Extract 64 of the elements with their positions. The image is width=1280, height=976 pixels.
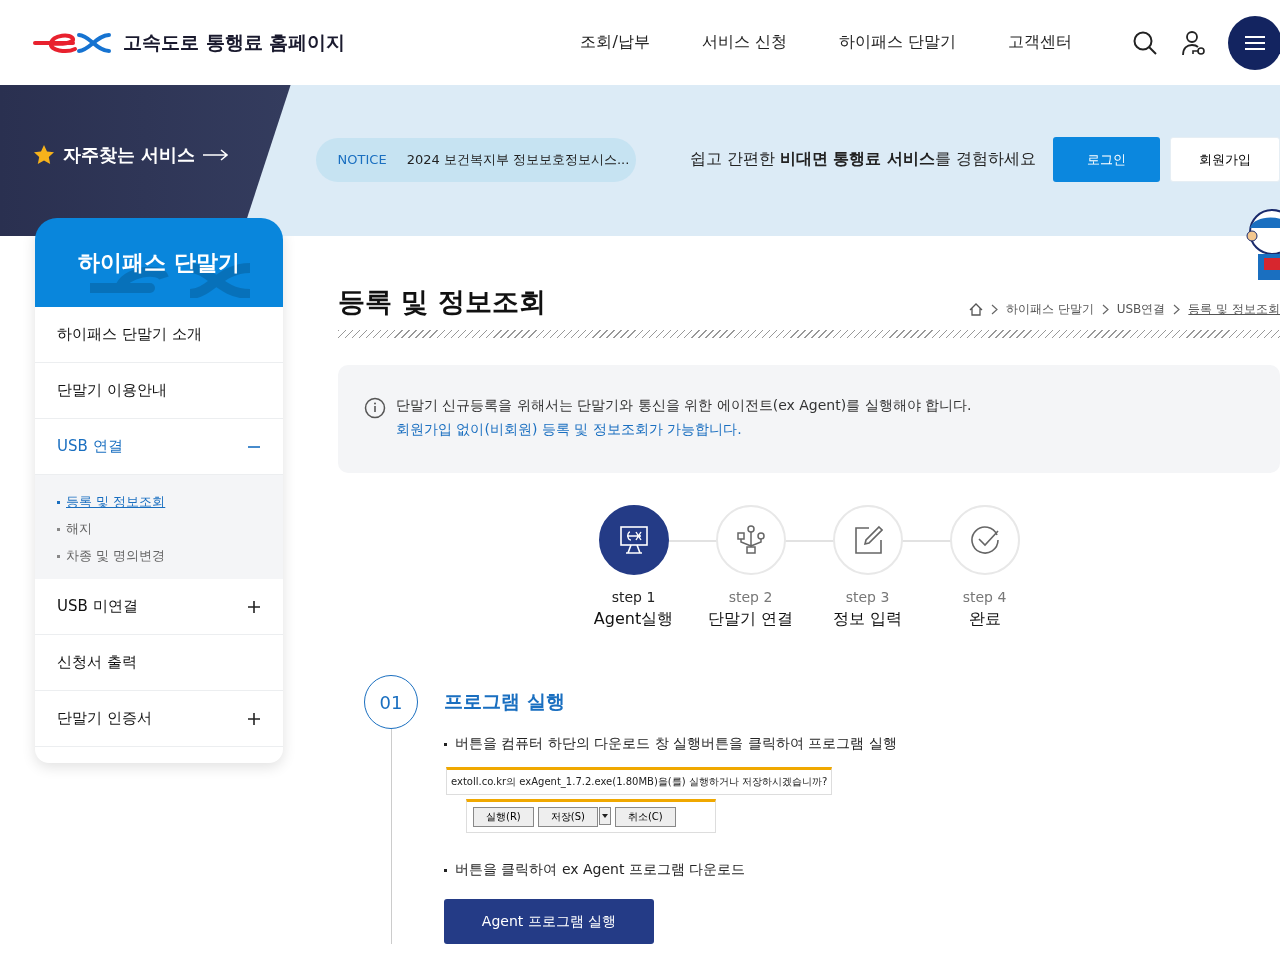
plus-icon xyxy=(247,711,261,726)
notice-text: 2024 보건복지부 정보보호정보시스... xyxy=(406,150,630,169)
info-icon xyxy=(364,397,386,419)
step-number: step 2 xyxy=(728,589,773,605)
step-number: step 1 xyxy=(611,589,656,605)
step-label: Agent실행 xyxy=(593,609,674,630)
plus-icon xyxy=(247,599,261,614)
info-text: 단말기 신규등록을 위해서는 단말기와 통신을 위한 에이전트(ex Agent)를 실행해야 합니다. xyxy=(396,397,972,415)
notice-tag: NOTICE xyxy=(337,152,387,167)
edit-icon xyxy=(852,525,883,555)
menu-icon xyxy=(1245,34,1265,51)
monitor-icon xyxy=(618,525,649,555)
sidebar-item[interactable]: USB 미연결 xyxy=(35,579,283,635)
submenu-item[interactable]: 해지 xyxy=(66,520,92,538)
sidebar-title: 하이패스 단말기 xyxy=(78,248,240,277)
step-label: 정보 입력 xyxy=(832,609,903,630)
bullet-text: 버튼을 컴퓨터 하단의 다운로드 창 실행버튼을 클릭하여 프로그램 실행 xyxy=(455,735,897,753)
star-icon xyxy=(33,144,55,165)
dialog-button[interactable]: 취소(C) xyxy=(614,807,676,827)
chevron-icon xyxy=(1101,304,1109,315)
breadcrumb-link[interactable]: 하이패스 단말기 xyxy=(1005,301,1094,318)
minus-icon xyxy=(247,445,261,448)
sidebar-item[interactable]: 신청서 출력 xyxy=(35,635,283,691)
home-icon[interactable] xyxy=(968,303,983,316)
login-button[interactable]: 로그인 xyxy=(1053,137,1160,182)
info-text: 회원가입 없이(비회원) 등록 및 정보조회가 가능합니다. xyxy=(396,421,743,439)
breadcrumb-link[interactable]: 등록 및 정보조회 xyxy=(1188,301,1280,318)
menu-button[interactable] xyxy=(1228,15,1280,70)
section-title: 프로그램 실행 xyxy=(444,689,566,714)
caret-icon xyxy=(601,814,608,818)
sidebar-item[interactable]: 단말기 인증서 xyxy=(35,691,283,747)
search-icon[interactable] xyxy=(1132,29,1158,56)
chevron-icon xyxy=(1173,304,1181,315)
download-prompt: extoll.co.kr의 exAgent_1.7.2.exe(1.80MB)을(를) 실행하거나 저장하시겠습니까? xyxy=(446,767,833,795)
step-label: 단말기 연결 xyxy=(707,609,794,630)
nav-link[interactable]: 서비스 신청 xyxy=(701,32,787,53)
arrow-icon[interactable] xyxy=(203,148,230,161)
notice-bar[interactable]: NOTICE 2024 보건복지부 정보보호정보시스... xyxy=(315,137,636,182)
signup-button[interactable]: 회원가입 xyxy=(1170,137,1280,182)
check-circle-icon xyxy=(969,525,1000,555)
usb-icon xyxy=(735,525,766,555)
bullet-text: 버튼을 클릭하여 ex Agent 프로그램 다운로드 xyxy=(455,861,746,879)
agent-run-button[interactable]: Agent 프로그램 실행 xyxy=(444,899,654,944)
sidebar-item[interactable]: 하이패스 단말기 소개 xyxy=(35,307,283,363)
submenu-item[interactable]: 등록 및 정보조회 xyxy=(66,493,166,511)
logo-icon[interactable] xyxy=(33,30,113,55)
step-number: step 4 xyxy=(962,589,1007,605)
nav-link[interactable]: 조회/납부 xyxy=(580,32,650,53)
favorites-link[interactable]: 자주찾는 서비스 xyxy=(63,142,196,167)
step-number: step 3 xyxy=(845,589,890,605)
dialog-button[interactable]: 실행(R) xyxy=(473,807,534,827)
breadcrumb-link[interactable]: USB연결 xyxy=(1116,301,1166,318)
dialog-button[interactable]: 저장(S) xyxy=(537,807,598,827)
user-icon[interactable] xyxy=(1180,29,1206,56)
nav-link[interactable]: 하이패스 단말기 xyxy=(838,32,956,53)
chevron-icon xyxy=(990,304,998,315)
nav-link[interactable]: 고객센터 xyxy=(1008,32,1072,53)
tagline: 쉽고 간편한 비대면 통행료 서비스를 경험하세요 xyxy=(689,149,1036,170)
sidebar-item[interactable]: 단말기 이용안내 xyxy=(35,363,283,419)
page-title: 등록 및 정보조회 xyxy=(338,285,546,319)
step-label: 완료 xyxy=(968,609,1001,630)
submenu-item[interactable]: 차종 및 명의변경 xyxy=(66,547,166,565)
site-title[interactable]: 고속도로 통행료 홈페이지 xyxy=(123,29,346,56)
dropdown-button[interactable] xyxy=(598,807,611,825)
